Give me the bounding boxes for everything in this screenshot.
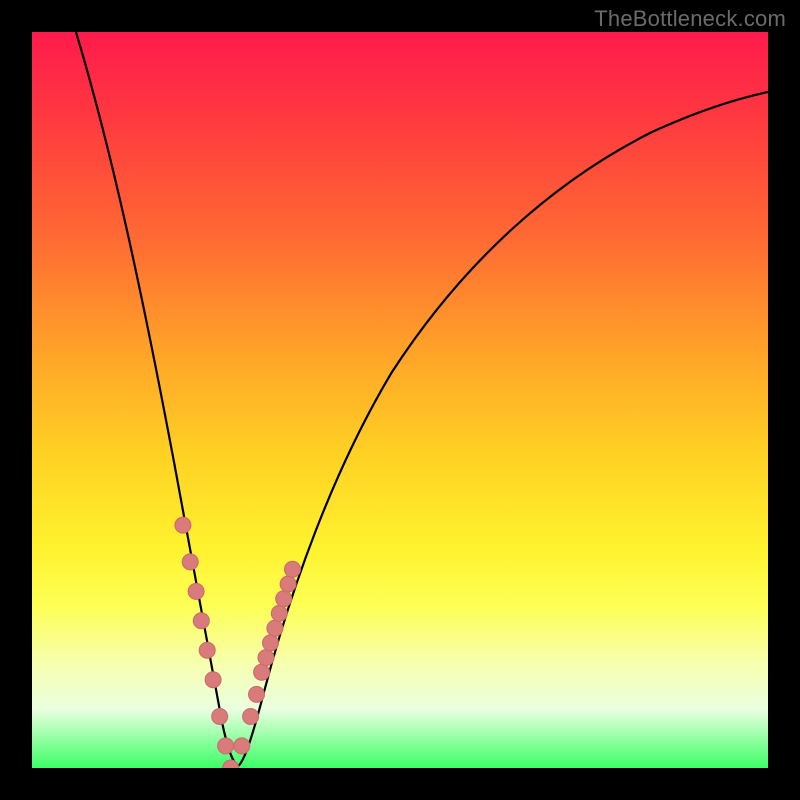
highlight-dot	[188, 583, 204, 599]
highlight-dot	[258, 650, 274, 666]
plot-area	[32, 32, 768, 768]
highlight-dot	[205, 672, 221, 688]
highlight-dot	[234, 738, 250, 754]
highlight-dot	[223, 760, 239, 768]
highlight-dot	[182, 554, 198, 570]
bottleneck-curve-svg	[32, 32, 768, 768]
highlight-dot	[263, 635, 279, 651]
highlight-dot	[285, 561, 301, 577]
bottleneck-curve	[76, 32, 768, 766]
highlight-dot	[276, 591, 292, 607]
highlight-dot	[199, 642, 215, 658]
outer-frame: TheBottleneck.com	[0, 0, 800, 800]
highlight-dot	[271, 605, 287, 621]
watermark-text: TheBottleneck.com	[594, 6, 786, 32]
highlight-dot	[212, 709, 228, 725]
highlight-dot	[218, 738, 234, 754]
highlight-dot	[254, 664, 270, 680]
highlight-dot	[175, 517, 191, 533]
highlight-dot	[280, 576, 296, 592]
highlight-dots	[175, 517, 301, 768]
highlight-dot	[267, 620, 283, 636]
highlight-dot	[249, 686, 265, 702]
highlight-dot	[193, 613, 209, 629]
highlight-dot	[243, 709, 259, 725]
